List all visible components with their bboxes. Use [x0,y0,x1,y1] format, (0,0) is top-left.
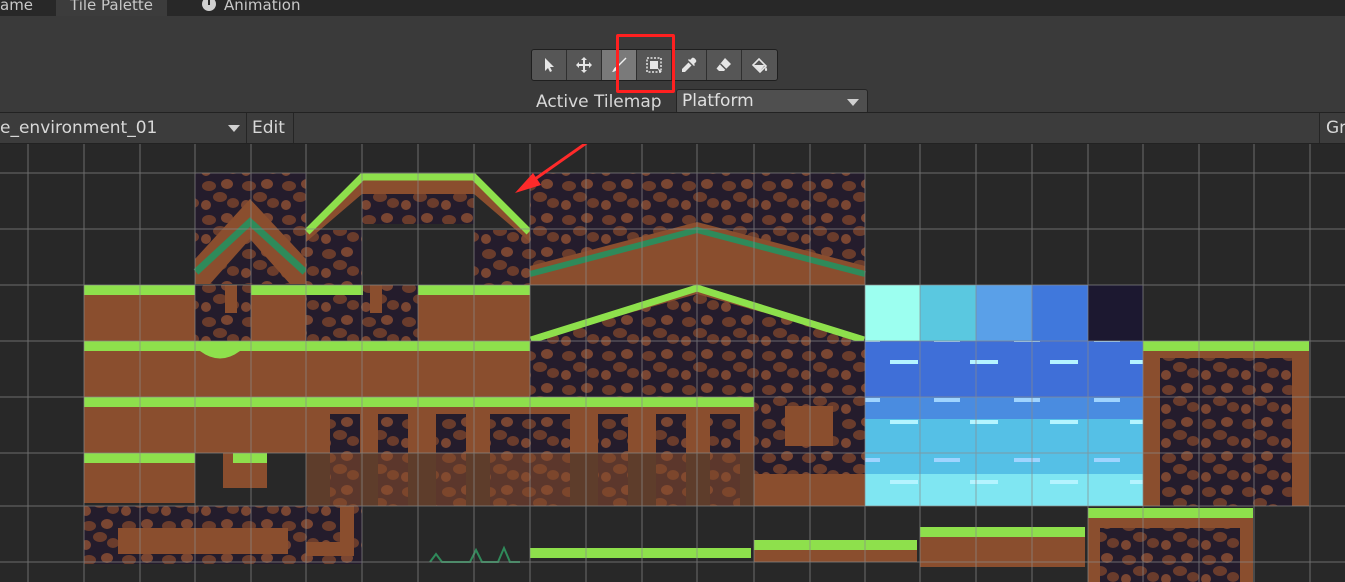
tab-animation[interactable]: Animation [202,0,300,16]
erase-tool-button[interactable] [707,50,742,80]
paint-bucket-icon [751,57,767,74]
animation-clock-icon [202,0,216,11]
eyedropper-icon [682,57,697,72]
tile-palette-toolbar: Active Tilemap Platform [0,16,1345,114]
grid-toggle-button[interactable]: Gr [1319,113,1345,143]
active-tilemap-label: Active Tilemap [536,92,662,112]
active-tilemap-value: Platform [682,91,754,111]
chevron-down-icon [228,125,240,132]
palette-dropdown[interactable]: e_environment_01 [0,113,246,143]
tab-tile-palette[interactable]: Tile Palette [56,0,167,16]
tile-palette-grid[interactable] [0,144,1345,582]
tile-water-gradient-1 [865,285,920,341]
window-tab-strip: ame Tile Palette Animation [0,0,1345,16]
tile-canvas[interactable] [0,144,1345,582]
active-tilemap-dropdown[interactable]: Platform [676,89,868,114]
tab-animation-label: Animation [224,0,301,14]
fill-tool-button[interactable] [742,50,777,80]
select-tool-button[interactable] [532,50,567,80]
tab-game[interactable]: ame [0,0,33,16]
move-tool-button[interactable] [567,50,602,80]
arrow-pointer-icon [545,58,554,72]
paint-tool-highlight-box [616,34,675,93]
eraser-icon [716,58,731,71]
edit-palette-button[interactable]: Edit [246,113,294,143]
picker-tool-button[interactable] [672,50,707,80]
chevron-down-icon [847,99,859,106]
move-arrows-icon [576,57,592,73]
palette-name: e_environment_01 [0,118,158,138]
palette-bar: e_environment_01 Edit Gr [0,112,1345,144]
